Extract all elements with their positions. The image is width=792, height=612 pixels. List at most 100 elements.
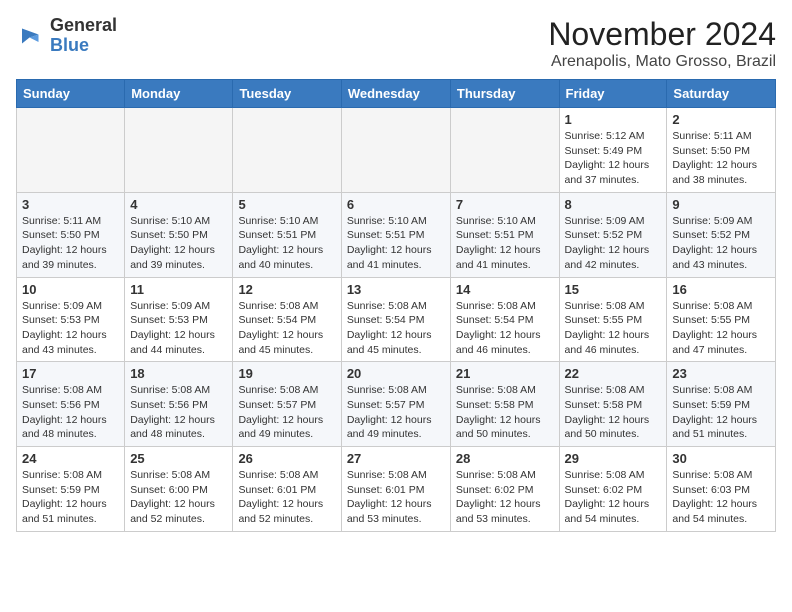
day-number: 14 (456, 282, 554, 297)
col-header-thursday: Thursday (450, 80, 559, 108)
day-info: Sunrise: 5:08 AMSunset: 5:58 PMDaylight:… (456, 383, 554, 442)
calendar-cell: 27Sunrise: 5:08 AMSunset: 6:01 PMDayligh… (341, 447, 450, 532)
general-blue-logo-icon (16, 21, 46, 51)
day-info: Sunrise: 5:10 AMSunset: 5:50 PMDaylight:… (130, 214, 227, 273)
day-number: 9 (672, 197, 770, 212)
logo-text: General Blue (50, 16, 117, 56)
day-info: Sunrise: 5:08 AMSunset: 5:56 PMDaylight:… (130, 383, 227, 442)
day-info: Sunrise: 5:08 AMSunset: 5:59 PMDaylight:… (22, 468, 119, 527)
day-number: 15 (565, 282, 662, 297)
calendar-cell: 17 Sunrise: 5:08 AMSunset: 5:56 PMDayligh… (17, 362, 125, 447)
calendar-cell: 7 Sunrise: 5:10 AMSunset: 5:51 PMDaylight… (450, 192, 559, 277)
day-number: 16 (672, 282, 770, 297)
day-info: Sunrise: 5:09 AMSunset: 5:52 PMDaylight:… (565, 214, 662, 273)
day-info: Sunrise: 5:10 AMSunset: 5:51 PMDaylight:… (456, 214, 554, 273)
calendar-cell: 2Sunrise: 5:11 AMSunset: 5:50 PMDaylight… (667, 108, 776, 193)
calendar-cell: 13 Sunrise: 5:08 AMSunset: 5:54 PMDayligh… (341, 277, 450, 362)
day-number: 1 (565, 112, 662, 127)
calendar-cell: 25 Sunrise: 5:08 AMSunset: 6:00 PMDayligh… (125, 447, 233, 532)
day-number: 8 (565, 197, 662, 212)
day-number: 27 (347, 451, 445, 466)
day-info: Sunrise: 5:10 AMSunset: 5:51 PMDaylight:… (347, 214, 445, 273)
day-info: Sunrise: 5:10 AMSunset: 5:51 PMDaylight:… (238, 214, 335, 273)
col-header-tuesday: Tuesday (233, 80, 341, 108)
calendar-cell: 30 Sunrise: 5:08 AMSunset: 6:03 PMDayligh… (667, 447, 776, 532)
day-info: Sunrise: 5:08 AMSunset: 5:54 PMDaylight:… (456, 299, 554, 358)
calendar-cell (341, 108, 450, 193)
calendar-cell: 10 Sunrise: 5:09 AMSunset: 5:53 PMDayligh… (17, 277, 125, 362)
col-header-wednesday: Wednesday (341, 80, 450, 108)
day-number: 22 (565, 366, 662, 381)
day-number: 21 (456, 366, 554, 381)
day-info: Sunrise: 5:08 AMSunset: 5:57 PMDaylight:… (347, 383, 445, 442)
calendar-cell: 6Sunrise: 5:10 AMSunset: 5:51 PMDaylight… (341, 192, 450, 277)
month-title: November 2024 (548, 16, 776, 53)
day-number: 20 (347, 366, 445, 381)
calendar-cell: 19 Sunrise: 5:08 AMSunset: 5:57 PMDayligh… (233, 362, 341, 447)
calendar-cell: 26Sunrise: 5:08 AMSunset: 6:01 PMDayligh… (233, 447, 341, 532)
calendar-cell: 11Sunrise: 5:09 AMSunset: 5:53 PMDayligh… (125, 277, 233, 362)
day-number: 19 (238, 366, 335, 381)
calendar-cell: 21 Sunrise: 5:08 AMSunset: 5:58 PMDayligh… (450, 362, 559, 447)
day-number: 10 (22, 282, 119, 297)
calendar-cell: 9Sunrise: 5:09 AMSunset: 5:52 PMDaylight… (667, 192, 776, 277)
calendar-cell (125, 108, 233, 193)
logo-line2: Blue (50, 36, 117, 56)
calendar-table: SundayMondayTuesdayWednesdayThursdayFrid… (16, 79, 776, 532)
day-info: Sunrise: 5:08 AMSunset: 5:55 PMDaylight:… (565, 299, 662, 358)
col-header-sunday: Sunday (17, 80, 125, 108)
day-number: 12 (238, 282, 335, 297)
day-info: Sunrise: 5:08 AMSunset: 6:03 PMDaylight:… (672, 468, 770, 527)
calendar-cell: 28 Sunrise: 5:08 AMSunset: 6:02 PMDayligh… (450, 447, 559, 532)
calendar-cell: 29 Sunrise: 5:08 AMSunset: 6:02 PMDayligh… (559, 447, 667, 532)
calendar-cell: 14 Sunrise: 5:08 AMSunset: 5:54 PMDayligh… (450, 277, 559, 362)
day-info: Sunrise: 5:08 AMSunset: 5:57 PMDaylight:… (238, 383, 335, 442)
col-header-saturday: Saturday (667, 80, 776, 108)
logo: General Blue (16, 16, 117, 56)
day-info: Sunrise: 5:09 AMSunset: 5:53 PMDaylight:… (22, 299, 119, 358)
calendar-cell (233, 108, 341, 193)
calendar-cell: 24 Sunrise: 5:08 AMSunset: 5:59 PMDayligh… (17, 447, 125, 532)
calendar-week-3: 10 Sunrise: 5:09 AMSunset: 5:53 PMDayligh… (17, 277, 776, 362)
day-number: 23 (672, 366, 770, 381)
calendar-week-1: 1 Sunrise: 5:12 AMSunset: 5:49 PMDaylight… (17, 108, 776, 193)
calendar-cell: 18 Sunrise: 5:08 AMSunset: 5:56 PMDayligh… (125, 362, 233, 447)
day-number: 24 (22, 451, 119, 466)
day-info: Sunrise: 5:08 AMSunset: 5:54 PMDaylight:… (347, 299, 445, 358)
day-info: Sunrise: 5:08 AMSunset: 6:02 PMDaylight:… (565, 468, 662, 527)
day-number: 13 (347, 282, 445, 297)
day-info: Sunrise: 5:11 AMSunset: 5:50 PMDaylight:… (672, 129, 770, 188)
calendar-cell: 3Sunrise: 5:11 AMSunset: 5:50 PMDaylight… (17, 192, 125, 277)
calendar-cell: 23Sunrise: 5:08 AMSunset: 5:59 PMDayligh… (667, 362, 776, 447)
day-info: Sunrise: 5:08 AMSunset: 5:54 PMDaylight:… (238, 299, 335, 358)
day-info: Sunrise: 5:08 AMSunset: 6:00 PMDaylight:… (130, 468, 227, 527)
day-number: 30 (672, 451, 770, 466)
day-info: Sunrise: 5:08 AMSunset: 5:58 PMDaylight:… (565, 383, 662, 442)
calendar-week-2: 3Sunrise: 5:11 AMSunset: 5:50 PMDaylight… (17, 192, 776, 277)
title-area: November 2024 Arenapolis, Mato Grosso, B… (548, 16, 776, 71)
calendar-week-5: 24 Sunrise: 5:08 AMSunset: 5:59 PMDayligh… (17, 447, 776, 532)
calendar-cell: 16Sunrise: 5:08 AMSunset: 5:55 PMDayligh… (667, 277, 776, 362)
day-info: Sunrise: 5:09 AMSunset: 5:53 PMDaylight:… (130, 299, 227, 358)
day-info: Sunrise: 5:08 AMSunset: 6:02 PMDaylight:… (456, 468, 554, 527)
calendar-week-4: 17 Sunrise: 5:08 AMSunset: 5:56 PMDayligh… (17, 362, 776, 447)
day-number: 25 (130, 451, 227, 466)
calendar-cell: 12 Sunrise: 5:08 AMSunset: 5:54 PMDayligh… (233, 277, 341, 362)
day-number: 18 (130, 366, 227, 381)
col-header-monday: Monday (125, 80, 233, 108)
calendar-cell: 4Sunrise: 5:10 AMSunset: 5:50 PMDaylight… (125, 192, 233, 277)
day-number: 29 (565, 451, 662, 466)
calendar-cell: 1 Sunrise: 5:12 AMSunset: 5:49 PMDaylight… (559, 108, 667, 193)
day-number: 17 (22, 366, 119, 381)
day-number: 26 (238, 451, 335, 466)
header: General Blue November 2024 Arenapolis, M… (16, 16, 776, 71)
day-number: 7 (456, 197, 554, 212)
logo-line1: General (50, 16, 117, 36)
calendar-cell: 20 Sunrise: 5:08 AMSunset: 5:57 PMDayligh… (341, 362, 450, 447)
calendar-cell: 15 Sunrise: 5:08 AMSunset: 5:55 PMDayligh… (559, 277, 667, 362)
calendar-cell: 5Sunrise: 5:10 AMSunset: 5:51 PMDaylight… (233, 192, 341, 277)
day-info: Sunrise: 5:12 AMSunset: 5:49 PMDaylight:… (565, 129, 662, 188)
day-info: Sunrise: 5:08 AMSunset: 5:56 PMDaylight:… (22, 383, 119, 442)
day-number: 28 (456, 451, 554, 466)
calendar-header-row: SundayMondayTuesdayWednesdayThursdayFrid… (17, 80, 776, 108)
